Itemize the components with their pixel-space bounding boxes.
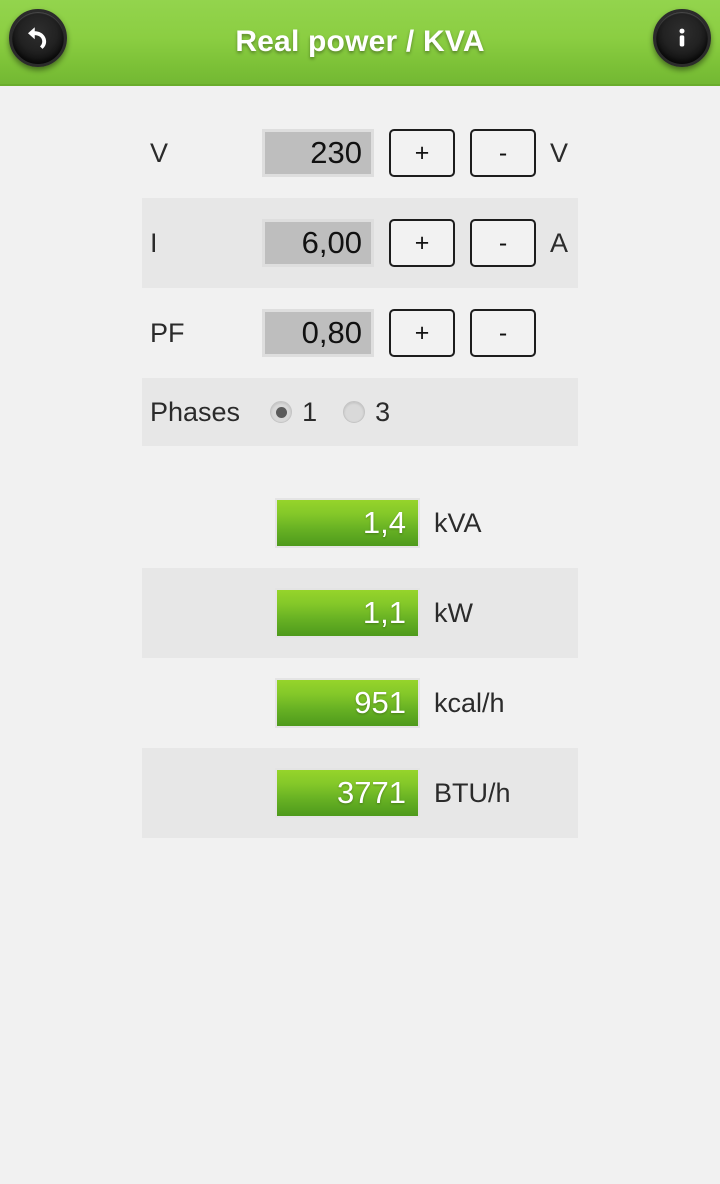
app-root: Real power / KVA V 230 + - V I 6,00 + - … bbox=[0, 0, 720, 1184]
back-arrow-icon bbox=[23, 23, 53, 53]
current-plus-button[interactable]: + bbox=[389, 219, 455, 267]
power-factor-minus-button[interactable]: - bbox=[470, 309, 536, 357]
result-row-kw: 1,1 kW bbox=[142, 568, 578, 658]
result-value-kw: 1,1 bbox=[275, 588, 420, 638]
info-icon bbox=[669, 25, 695, 51]
result-unit-kva: kVA bbox=[434, 507, 482, 538]
phases-radio-group: 1 3 bbox=[270, 397, 390, 428]
power-factor-plus-button[interactable]: + bbox=[389, 309, 455, 357]
phases-option-1-label: 1 bbox=[302, 396, 318, 427]
result-value-kcal: 951 bbox=[275, 678, 420, 728]
phases-option-3[interactable]: 3 bbox=[343, 397, 390, 428]
input-row-power-factor: PF 0,80 + - bbox=[142, 288, 578, 378]
power-factor-label: PF bbox=[150, 317, 185, 348]
result-unit-kcal: kcal/h bbox=[434, 687, 505, 718]
voltage-input[interactable]: 230 bbox=[262, 129, 374, 177]
voltage-minus-button[interactable]: - bbox=[470, 129, 536, 177]
input-row-phases: Phases 1 3 bbox=[142, 378, 578, 446]
current-label: I bbox=[150, 227, 158, 258]
title-bar: Real power / KVA bbox=[0, 0, 720, 86]
result-unit-kw: kW bbox=[434, 597, 473, 628]
result-value-kva: 1,4 bbox=[275, 498, 420, 548]
phases-option-1[interactable]: 1 bbox=[270, 397, 317, 428]
voltage-plus-button[interactable]: + bbox=[389, 129, 455, 177]
back-button[interactable] bbox=[9, 9, 67, 67]
page-title: Real power / KVA bbox=[235, 25, 485, 58]
phases-option-3-label: 3 bbox=[375, 396, 391, 427]
radio-unselected-icon[interactable] bbox=[343, 401, 366, 423]
current-unit: A bbox=[550, 227, 569, 258]
input-rows: V 230 + - V I 6,00 + - A PF 0,80 + - Pha… bbox=[0, 86, 720, 446]
result-rows: 1,4 kVA 1,1 kW 951 kcal/h 3771 BTU/h bbox=[0, 478, 720, 838]
info-button[interactable] bbox=[653, 9, 711, 67]
result-value-btu: 3771 bbox=[275, 768, 420, 818]
result-row-kva: 1,4 kVA bbox=[142, 478, 578, 568]
phases-label: Phases bbox=[150, 396, 241, 427]
result-row-kcal: 951 kcal/h bbox=[142, 658, 578, 748]
power-factor-input[interactable]: 0,80 bbox=[262, 309, 374, 357]
radio-selected-icon[interactable] bbox=[270, 401, 293, 423]
current-minus-button[interactable]: - bbox=[470, 219, 536, 267]
input-row-voltage: V 230 + - V bbox=[142, 108, 578, 198]
result-unit-btu: BTU/h bbox=[434, 777, 511, 808]
voltage-label: V bbox=[150, 137, 169, 168]
voltage-unit: V bbox=[550, 137, 569, 168]
result-row-btu: 3771 BTU/h bbox=[142, 748, 578, 838]
input-row-current: I 6,00 + - A bbox=[142, 198, 578, 288]
current-input[interactable]: 6,00 bbox=[262, 219, 374, 267]
